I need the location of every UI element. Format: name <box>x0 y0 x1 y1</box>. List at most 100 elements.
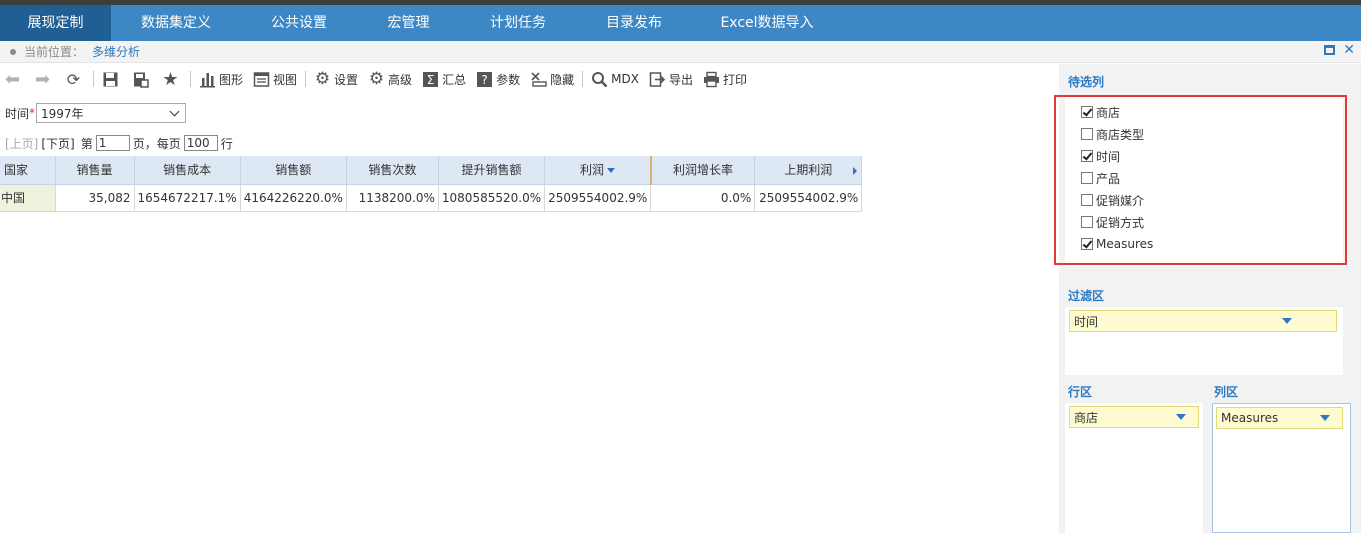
col-zone-title: 列区 <box>1214 385 1239 399</box>
prev-page-link[interactable]: [上页] <box>5 135 38 152</box>
col-header-profit[interactable]: 利润 <box>544 156 652 185</box>
candidate-label: 促销媒介 <box>1096 193 1145 208</box>
col-header-sales-cost[interactable]: 销售成本 <box>134 156 241 185</box>
svg-text:?: ? <box>481 73 487 87</box>
candidate-item-store-type[interactable]: 商店类型 <box>1081 123 1153 145</box>
view-label: 视图 <box>273 72 298 87</box>
breadcrumb-label: 当前位置： <box>24 45 85 59</box>
toolbar-separator <box>582 71 584 87</box>
table-cell: 2509554002.9% <box>754 184 863 212</box>
time-filter-label: 时间 <box>5 106 30 121</box>
filter-chip-label: 时间 <box>1074 314 1099 329</box>
back-arrow-icon: ⬅ <box>5 68 21 90</box>
col-header-sales-amount[interactable]: 销售额 <box>240 156 347 185</box>
col-header-promo-sales[interactable]: 提升销售额 <box>438 156 546 185</box>
settings-button[interactable]: ⚙ 设置 <box>309 68 363 90</box>
export-button[interactable]: 导出 <box>644 68 698 90</box>
maximize-icon[interactable] <box>1324 45 1335 55</box>
next-page-link[interactable]: [下页] <box>41 135 74 152</box>
candidate-item-promo-method[interactable]: 促销方式 <box>1081 211 1153 233</box>
page-suffix: 页，每页 <box>132 136 181 151</box>
per-page-suffix: 行 <box>220 136 233 151</box>
nav-tab-display-custom[interactable]: 展现定制 <box>0 5 111 41</box>
params-button[interactable]: ? 参数 <box>471 68 525 90</box>
main-panel: ⬅ ➡ ⟳ ★ 图形 视图 ⚙ 设置 ⚙ 高级 Σ 汇总 ? 参数 隐藏 MDX… <box>0 64 1059 533</box>
toolbar-separator <box>93 71 94 87</box>
page-number-input[interactable]: 1 <box>95 135 130 151</box>
hide-button[interactable]: 隐藏 <box>525 68 579 90</box>
candidate-item-product[interactable]: 产品 <box>1081 167 1153 189</box>
advanced-label: 高级 <box>388 72 413 87</box>
export-label: 导出 <box>668 72 693 87</box>
view-button[interactable]: 视图 <box>248 68 302 90</box>
dropdown-triangle-icon[interactable] <box>1320 415 1330 421</box>
settings-label: 设置 <box>334 72 359 87</box>
table-cell: 1080585520.0% <box>438 184 546 212</box>
checkbox[interactable] <box>1081 128 1093 140</box>
mdx-button[interactable]: MDX <box>586 68 644 90</box>
dropdown-triangle-icon[interactable] <box>1176 414 1186 420</box>
table-cell: 0.0% <box>650 184 756 212</box>
candidate-item-time[interactable]: 时间 <box>1081 145 1153 167</box>
candidate-item-measures[interactable]: Measures <box>1081 233 1153 255</box>
dropdown-triangle-icon[interactable] <box>1282 318 1292 324</box>
candidate-item-store[interactable]: 商店 <box>1081 101 1153 123</box>
sort-desc-icon[interactable] <box>606 168 615 174</box>
breadcrumb-current[interactable]: 多维分析 <box>92 43 140 60</box>
per-page-input[interactable]: 100 <box>183 135 218 151</box>
col-header-profit-growth[interactable]: 利润增长率 <box>650 156 756 185</box>
table-cell: 35,082 <box>55 184 135 212</box>
refresh-icon: ⟳ <box>66 69 81 89</box>
nav-tab-public-settings[interactable]: 公共设置 <box>241 5 357 41</box>
summary-button[interactable]: Σ 汇总 <box>417 68 471 90</box>
forward-button[interactable]: ➡ <box>30 68 60 90</box>
nav-tab-scheduled-tasks[interactable]: 计划任务 <box>460 5 576 41</box>
candidate-label: Measures <box>1096 237 1154 251</box>
favorite-button[interactable]: ★ <box>157 68 187 90</box>
chart-button[interactable]: 图形 <box>194 68 248 90</box>
col-chip-label: Measures <box>1221 411 1279 425</box>
candidate-label: 产品 <box>1096 171 1121 186</box>
time-filter-row: 时间 * 1997年 <box>5 102 187 124</box>
candidate-item-promo-media[interactable]: 促销媒介 <box>1081 189 1153 211</box>
nav-tab-catalog-publish[interactable]: 目录发布 <box>576 5 692 41</box>
candidate-label: 商店 <box>1096 105 1121 120</box>
save-as-icon <box>132 71 149 88</box>
side-panel: 待选列 商店 商店类型 时间 产品 促销媒介 促销方式 Measures 过滤区… <box>1059 64 1361 533</box>
col-header-sales-count[interactable]: 销售次数 <box>346 156 439 185</box>
filter-chip-time[interactable]: 时间 <box>1069 310 1337 332</box>
checkbox[interactable] <box>1081 216 1093 228</box>
col-chip-measures[interactable]: Measures <box>1216 407 1343 429</box>
nav-tab-macro-management[interactable]: 宏管理 <box>357 5 460 41</box>
candidates-title: 待选列 <box>1068 75 1105 89</box>
checkbox[interactable] <box>1081 194 1093 206</box>
refresh-button[interactable]: ⟳ <box>60 68 90 90</box>
candidate-label: 促销方式 <box>1096 215 1145 230</box>
col-header-prior-profit[interactable]: 上期利润 <box>754 156 863 185</box>
save-as-button[interactable] <box>127 68 157 90</box>
checkbox[interactable] <box>1081 150 1093 162</box>
candidates-list: 商店 商店类型 时间 产品 促销媒介 促销方式 Measures <box>1081 101 1153 255</box>
close-icon[interactable]: ✕ <box>1343 42 1355 58</box>
scroll-right-icon[interactable] <box>853 167 858 175</box>
advanced-button[interactable]: ⚙ 高级 <box>363 68 417 90</box>
checkbox[interactable] <box>1081 106 1093 118</box>
checkbox[interactable] <box>1081 238 1093 250</box>
question-icon: ? <box>476 71 493 88</box>
back-button[interactable]: ⬅ <box>0 68 30 90</box>
nav-tab-excel-import[interactable]: Excel数据导入 <box>692 5 842 41</box>
row-header-country[interactable]: 中国 <box>0 184 56 212</box>
candidate-label: 时间 <box>1096 149 1121 164</box>
col-header-country[interactable]: 国家 <box>0 156 56 185</box>
time-select[interactable]: 1997年 <box>36 103 187 123</box>
col-header-sales-qty[interactable]: 销售量 <box>55 156 135 185</box>
save-button[interactable] <box>97 68 127 90</box>
row-chip-store[interactable]: 商店 <box>1069 406 1199 428</box>
checkbox[interactable] <box>1081 172 1093 184</box>
nav-tab-dataset-definition[interactable]: 数据集定义 <box>111 5 241 41</box>
breadcrumb: 当前位置： 多维分析 ✕ <box>0 41 1361 63</box>
prior-profit-header-label: 上期利润 <box>784 163 833 178</box>
time-select-value: 1997年 <box>41 106 84 121</box>
print-button[interactable]: 打印 <box>698 68 752 90</box>
toolbar-separator <box>305 71 307 87</box>
